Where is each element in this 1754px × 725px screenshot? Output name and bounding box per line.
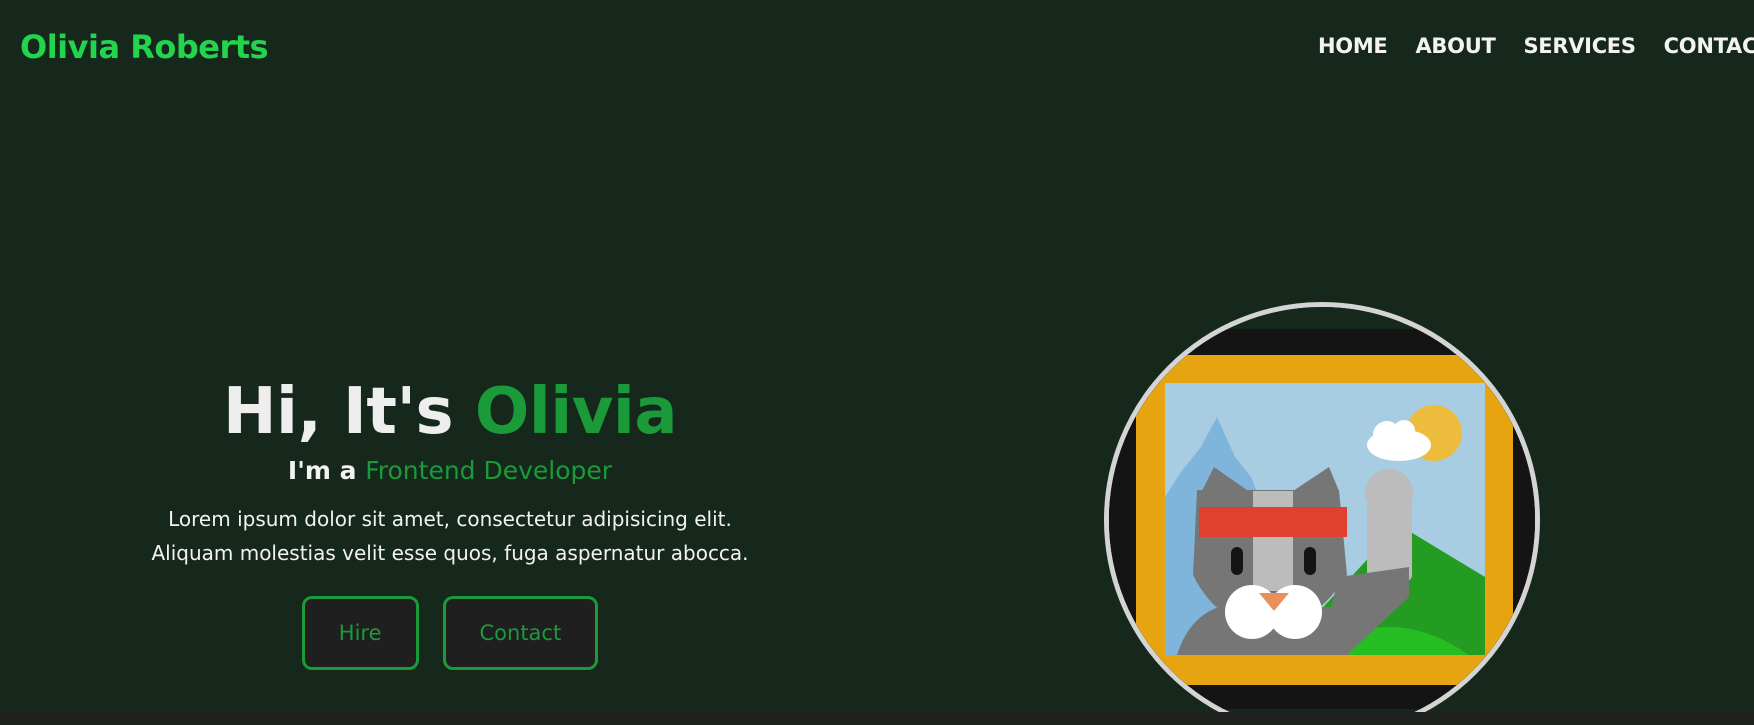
page: Olivia Roberts HOME ABOUT SERVICES CONTA… [0, 0, 1754, 725]
hero-name: Olivia [474, 375, 678, 449]
nav-about[interactable]: ABOUT [1415, 34, 1495, 58]
nav-services[interactable]: SERVICES [1523, 34, 1635, 58]
hero-headline: Hi, It's Olivia [135, 372, 765, 452]
main-nav: HOME ABOUT SERVICES CONTACT [1318, 34, 1754, 58]
nav-contact[interactable]: CONTACT [1664, 34, 1754, 58]
hero-description-line1: Lorem ipsum dolor sit amet, consectetur … [168, 507, 732, 531]
ninja-cat-picture-icon [1109, 307, 1535, 725]
hero-role-title: Frontend Developer [365, 456, 613, 485]
nav-home[interactable]: HOME [1318, 34, 1388, 58]
site-logo[interactable]: Olivia Roberts [20, 28, 269, 66]
hero-role-prefix: I'm a [287, 456, 357, 485]
hero-description: Lorem ipsum dolor sit amet, consectetur … [135, 502, 765, 570]
contact-button[interactable]: Contact [442, 596, 599, 670]
hero-buttons: Hire Contact [135, 596, 765, 670]
hero-section: Hi, It's Olivia I'm a Frontend Developer… [135, 372, 765, 670]
bottom-bar [0, 712, 1754, 725]
hero-greeting: Hi, It's [222, 375, 454, 449]
hero-role: I'm a Frontend Developer [135, 454, 765, 488]
profile-avatar [1104, 302, 1540, 725]
hire-button[interactable]: Hire [301, 596, 419, 670]
hero-description-line2: Aliquam molestias velit esse quos, fuga … [151, 541, 749, 565]
